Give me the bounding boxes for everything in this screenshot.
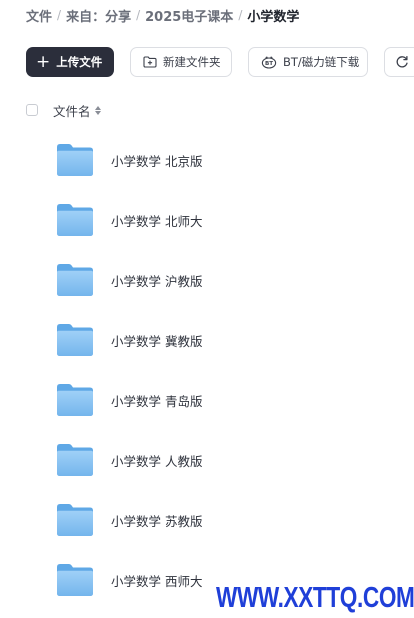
list-item[interactable]: 小学数学 人教版 <box>56 430 202 490</box>
breadcrumb-item-files[interactable]: 文件 <box>26 6 52 25</box>
file-browser-page: 文件 / 来自：分享 / 2025电子课本 / 小学数学 + 上传文件 新建文件… <box>0 0 414 618</box>
column-header-filename[interactable]: 文件名 <box>53 101 101 120</box>
breadcrumb-item-current: 小学数学 <box>247 9 300 25</box>
file-name: 小学数学 北京版 <box>111 153 203 169</box>
breadcrumb-item-shared[interactable]: 来自：分享 <box>66 6 131 25</box>
folder-icon <box>57 564 93 596</box>
file-name: 小学数学 冀教版 <box>111 333 203 349</box>
list-header: 文件名 <box>26 100 101 120</box>
folder-icon <box>57 324 93 356</box>
svg-text:BT: BT <box>265 61 273 67</box>
bt-download-button-label: BT/磁力链下载 <box>283 55 360 69</box>
column-header-label: 文件名 <box>53 103 91 119</box>
sort-icon[interactable] <box>94 105 101 115</box>
file-name: 小学数学 沪教版 <box>111 273 203 289</box>
watermark-text: WWW.XXTTQ.COM <box>216 582 414 614</box>
breadcrumb-separator: / <box>57 8 62 22</box>
breadcrumb-separator: / <box>238 8 243 22</box>
refresh-icon <box>395 55 409 69</box>
file-name: 小学数学 青岛版 <box>111 393 203 409</box>
folder-icon <box>57 384 93 416</box>
file-name: 小学数学 人教版 <box>111 453 203 469</box>
upload-button[interactable]: + 上传文件 <box>26 47 114 77</box>
select-all-checkbox[interactable] <box>26 104 38 116</box>
list-item[interactable]: 小学数学 苏教版 <box>56 490 202 550</box>
list-item[interactable]: 小学数学 北师大 <box>56 190 202 250</box>
file-name: 小学数学 苏教版 <box>111 513 203 529</box>
breadcrumb-separator: / <box>136 8 141 22</box>
folder-icon <box>57 204 93 236</box>
list-item[interactable]: 小学数学 沪教版 <box>56 250 202 310</box>
list-item[interactable]: 小学数学 北京版 <box>56 130 202 190</box>
list-item[interactable]: 小学数学 青岛版 <box>56 370 202 430</box>
folder-icon <box>57 144 93 176</box>
new-folder-button[interactable]: 新建文件夹 <box>130 47 232 77</box>
file-name: 小学数学 西师大 <box>111 573 203 589</box>
breadcrumb: 文件 / 来自：分享 / 2025电子课本 / 小学数学 <box>26 6 300 25</box>
list-item[interactable]: 小学数学 西师大 <box>56 550 202 610</box>
folder-icon <box>57 444 93 476</box>
folder-icon <box>57 504 93 536</box>
upload-button-label: 上传文件 <box>56 55 103 69</box>
refresh-button[interactable] <box>384 47 414 77</box>
new-folder-button-label: 新建文件夹 <box>163 55 221 69</box>
folder-icon <box>57 264 93 296</box>
file-name: 小学数学 北师大 <box>111 213 203 229</box>
bt-icon: BT <box>261 55 277 69</box>
new-folder-icon <box>143 56 157 68</box>
plus-icon: + <box>36 51 51 72</box>
list-item[interactable]: 小学数学 冀教版 <box>56 310 202 370</box>
toolbar: + 上传文件 新建文件夹 BT BT/磁力链下载 <box>26 46 414 78</box>
bt-download-button[interactable]: BT BT/磁力链下载 <box>248 47 368 77</box>
breadcrumb-item-textbooks[interactable]: 2025电子课本 <box>145 6 233 25</box>
